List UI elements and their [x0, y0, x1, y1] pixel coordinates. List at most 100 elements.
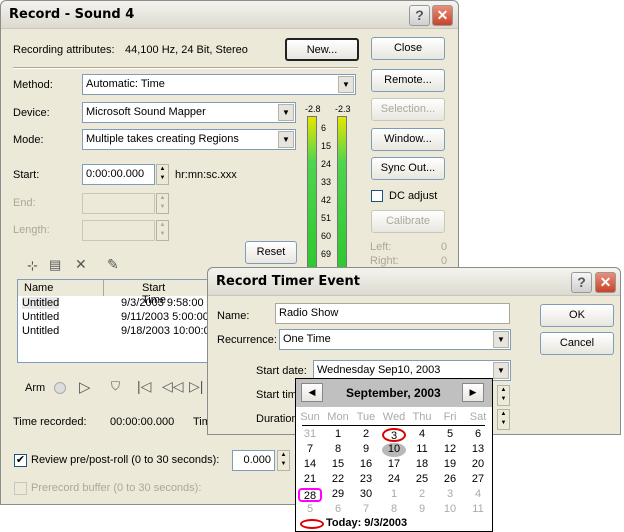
- calendar-day[interactable]: 11: [466, 503, 490, 517]
- table-row[interactable]: Untitled 9/18/2003 10:00:00: [18, 325, 218, 339]
- right-label: Right:: [370, 255, 399, 267]
- prerecord-checkbox[interactable]: [14, 482, 27, 495]
- chevron-down-icon[interactable]: ▼: [278, 104, 294, 121]
- marker-icon[interactable]: ⛉: [111, 379, 120, 394]
- play-icon[interactable]: ▷: [79, 378, 91, 396]
- start-input[interactable]: 0:00:00.000: [82, 164, 155, 185]
- review-checkbox[interactable]: ✔: [14, 454, 27, 467]
- column-header-name[interactable]: Name: [18, 280, 104, 296]
- chevron-down-icon[interactable]: ▼: [278, 131, 294, 148]
- calendar-day[interactable]: 7: [298, 443, 322, 457]
- go-to-start-icon[interactable]: |◁: [137, 378, 151, 395]
- calendar-month-title[interactable]: September, 2003: [346, 386, 441, 400]
- add-marker-icon[interactable]: ⊹: [27, 258, 38, 274]
- end-input[interactable]: [82, 193, 155, 214]
- name-input[interactable]: Radio Show: [275, 303, 510, 324]
- calendar-day[interactable]: 10: [382, 443, 406, 457]
- calendar-day[interactable]: 28: [298, 488, 322, 502]
- dc-adjust-checkbox[interactable]: [371, 190, 383, 202]
- rewind-icon[interactable]: ◁◁: [162, 378, 184, 395]
- cancel-button[interactable]: Cancel: [540, 332, 614, 355]
- mode-select[interactable]: Multiple takes creating Regions ▼: [82, 129, 296, 150]
- calendar-day[interactable]: 2: [410, 488, 434, 502]
- table-row[interactable]: Untitled 9/11/2003 5:00:00: [18, 311, 218, 325]
- start-time-spinner[interactable]: ▲ ▼: [497, 385, 510, 406]
- calendar-day[interactable]: 27: [466, 473, 490, 487]
- calendar-day[interactable]: 8: [382, 503, 406, 517]
- takes-list[interactable]: Name Start Time Untitled 9/3/2003 9:58:00…: [17, 279, 218, 363]
- table-row[interactable]: Untitled 9/3/2003 9:58:00: [18, 297, 218, 311]
- calendar-day[interactable]: 6: [466, 428, 490, 442]
- chevron-down-icon[interactable]: ▼: [493, 331, 509, 348]
- help-button[interactable]: ?: [409, 5, 430, 26]
- chevron-down-icon[interactable]: ▼: [338, 76, 354, 93]
- start-spinner[interactable]: ▲ ▼: [156, 164, 169, 185]
- calendar-day[interactable]: 30: [354, 488, 378, 502]
- calibrate-button[interactable]: Calibrate: [371, 210, 445, 233]
- selection-button[interactable]: Selection...: [371, 98, 445, 121]
- length-spinner[interactable]: ▲ ▼: [156, 220, 169, 241]
- calendar-day[interactable]: 26: [438, 473, 462, 487]
- next-month-button[interactable]: ▶: [462, 383, 484, 402]
- column-header-start-time[interactable]: Start Time: [104, 280, 218, 306]
- calendar-day[interactable]: 1: [382, 488, 406, 502]
- calendar-day[interactable]: 9: [410, 503, 434, 517]
- close-button[interactable]: Close: [371, 37, 445, 60]
- duration-spinner[interactable]: ▲ ▼: [497, 409, 510, 430]
- help-button[interactable]: ?: [571, 272, 592, 293]
- close-dialog-button[interactable]: ✕: [595, 272, 616, 293]
- end-spinner[interactable]: ▲ ▼: [156, 193, 169, 214]
- calendar-day[interactable]: 12: [438, 443, 462, 457]
- calendar-day[interactable]: 10: [438, 503, 462, 517]
- length-input[interactable]: [82, 220, 155, 241]
- calendar-day[interactable]: 13: [466, 443, 490, 457]
- calendar-day[interactable]: 5: [298, 503, 322, 517]
- calendar-day[interactable]: 20: [466, 458, 490, 472]
- calendar-day[interactable]: 8: [326, 443, 350, 457]
- ok-button[interactable]: OK: [540, 304, 614, 327]
- calendar-day[interactable]: 4: [410, 428, 434, 442]
- calendar-day[interactable]: 23: [354, 473, 378, 487]
- calendar-day[interactable]: 22: [326, 473, 350, 487]
- new-button[interactable]: New...: [285, 38, 359, 61]
- calendar-day[interactable]: 5: [438, 428, 462, 442]
- window-button[interactable]: Window...: [371, 128, 445, 151]
- reset-button[interactable]: Reset: [245, 241, 297, 264]
- arm-record-icon[interactable]: [54, 382, 66, 394]
- calendar-day[interactable]: 4: [466, 488, 490, 502]
- review-spinner[interactable]: ▲ ▼: [277, 450, 290, 471]
- calendar-day[interactable]: 2: [354, 428, 378, 442]
- calendar-day[interactable]: 31: [298, 428, 322, 442]
- calendar-day[interactable]: 21: [298, 473, 322, 487]
- calendar-day[interactable]: 3: [438, 488, 462, 502]
- chevron-down-icon[interactable]: ▼: [493, 362, 509, 379]
- delete-icon[interactable]: ✕: [75, 256, 87, 273]
- calendar-day[interactable]: 19: [438, 458, 462, 472]
- calendar-day[interactable]: 17: [382, 458, 406, 472]
- review-input[interactable]: 0.000: [232, 450, 275, 471]
- method-select[interactable]: Automatic: Time ▼: [82, 74, 356, 95]
- calendar-day[interactable]: 1: [326, 428, 350, 442]
- calendar-day[interactable]: 6: [326, 503, 350, 517]
- prev-month-button[interactable]: ◀: [301, 383, 323, 402]
- calendar-day[interactable]: 29: [326, 488, 350, 502]
- calendar-day[interactable]: 14: [298, 458, 322, 472]
- remote-button[interactable]: Remote...: [371, 69, 445, 92]
- go-to-end-icon[interactable]: ▷|: [189, 378, 203, 395]
- calendar-day[interactable]: 18: [410, 458, 434, 472]
- close-window-button[interactable]: ✕: [432, 5, 453, 26]
- device-select[interactable]: Microsoft Sound Mapper ▼: [82, 102, 296, 123]
- recurrence-select[interactable]: One Time ▼: [279, 329, 511, 350]
- calendar-day[interactable]: 15: [326, 458, 350, 472]
- calendar-day[interactable]: 9: [354, 443, 378, 457]
- calendar-day[interactable]: 3: [382, 428, 406, 442]
- today-link[interactable]: Today: 9/3/2003: [326, 517, 407, 529]
- calendar-day[interactable]: 11: [410, 443, 434, 457]
- calendar-day[interactable]: 25: [410, 473, 434, 487]
- properties-icon[interactable]: ▤: [49, 257, 61, 273]
- sync-out-button[interactable]: Sync Out...: [371, 157, 445, 180]
- calendar-day[interactable]: 24: [382, 473, 406, 487]
- brush-icon[interactable]: ✎: [107, 256, 119, 273]
- calendar-day[interactable]: 16: [354, 458, 378, 472]
- calendar-day[interactable]: 7: [354, 503, 378, 517]
